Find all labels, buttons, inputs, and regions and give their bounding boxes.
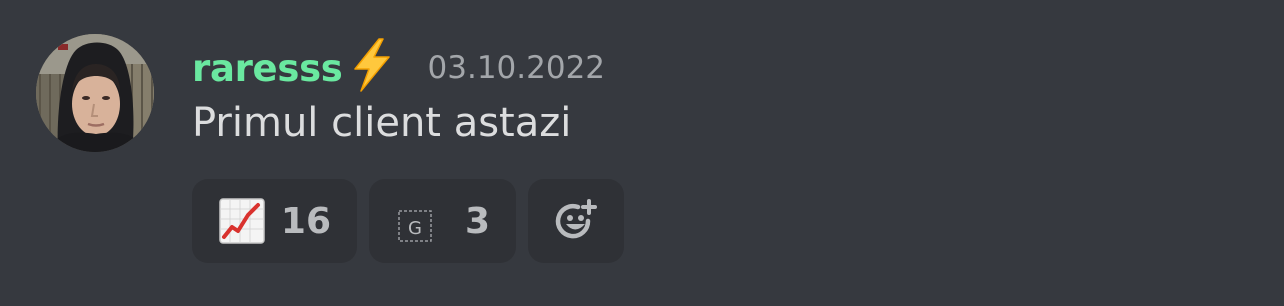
add-reaction-icon xyxy=(555,199,597,239)
reaction-custom-emoji[interactable]: G 3 xyxy=(369,179,516,263)
timestamp: 03.10.2022 xyxy=(427,50,606,86)
avatar-image xyxy=(36,34,154,152)
message-header: raresss 03.10.2022 xyxy=(192,38,605,98)
custom-emoji-placeholder-icon: G xyxy=(395,197,443,245)
chart-increasing-icon xyxy=(218,197,266,245)
svg-text:G: G xyxy=(408,218,422,239)
reaction-chart-increasing[interactable]: 16 xyxy=(192,179,357,263)
high-voltage-icon xyxy=(349,37,395,93)
username[interactable]: raresss xyxy=(192,47,343,90)
reaction-count: 16 xyxy=(280,200,331,242)
add-reaction-button[interactable] xyxy=(528,179,624,263)
message-content: Primul client astazi xyxy=(192,100,572,146)
chat-message: raresss 03.10.2022 Primul client astazi xyxy=(0,0,1284,306)
reaction-count: 3 xyxy=(464,200,490,242)
reactions-bar: 16 G 3 xyxy=(192,179,624,263)
avatar[interactable] xyxy=(36,34,154,152)
